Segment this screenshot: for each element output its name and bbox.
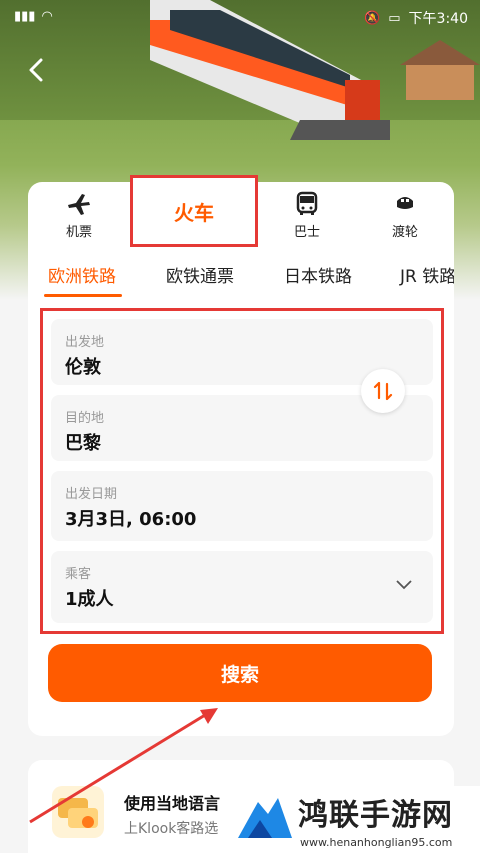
mute-icon: 🔕 [364, 10, 381, 26]
battery-icon: ▭ [388, 10, 401, 26]
back-arrow-icon[interactable] [24, 56, 48, 84]
watermark-title: 鸿联手游网 [298, 798, 453, 833]
status-time: 下午3:40 [408, 11, 468, 27]
destination-label: 目的地 [65, 411, 105, 426]
status-right: 🔕 ▭ 下午3:40 [364, 8, 468, 28]
passengers-field[interactable]: 乘客 1成人 [51, 551, 433, 623]
swap-icon [373, 381, 393, 401]
tab-bus-label: 巴士 [293, 224, 320, 240]
tab-ferry[interactable]: 渡轮 [356, 182, 454, 248]
house-illustration [400, 40, 480, 100]
status-bar: ▮▮▮ ◠ 🔕 ▭ 下午3:40 [0, 0, 480, 34]
subtab-european-rail[interactable]: 欧洲铁路 [48, 262, 116, 287]
departure-date-label: 出发日期 [65, 487, 118, 502]
transport-mode-tabs: 机票 火车 巴士 渡轮 [28, 175, 454, 248]
active-subtab-underline [44, 294, 122, 297]
origin-label: 出发地 [65, 335, 105, 350]
bus-icon [296, 191, 318, 215]
tab-flight-label: 机票 [65, 224, 92, 240]
promo-thumbnail [52, 786, 104, 838]
booking-card: 机票 火车 巴士 渡轮 欧洲铁路 欧铁通票 日本铁路 JR 铁路 出发地 伦敦 … [28, 175, 454, 736]
search-form: 出发地 伦敦 目的地 巴黎 出发日期 3月3日, 06:00 乘客 1成人 [40, 308, 444, 634]
tab-bus[interactable]: 巴士 [258, 182, 356, 248]
passengers-label: 乘客 [65, 567, 92, 582]
signal-icon: ▮▮▮ [14, 9, 36, 24]
destination-value: 巴黎 [65, 433, 101, 454]
ferry-icon [397, 196, 413, 209]
rail-sub-tabs: 欧洲铁路 欧铁通票 日本铁路 JR 铁路 [28, 254, 454, 298]
watermark-logo [238, 798, 292, 838]
promo-subtitle: 上Klook客路选 [124, 821, 219, 837]
wifi-icon: ◠ [41, 9, 53, 24]
subtab-eurail-pass[interactable]: 欧铁通票 [166, 262, 234, 287]
tab-flight[interactable]: 机票 [28, 182, 130, 248]
translate-icon [58, 798, 98, 828]
promo-title: 使用当地语言 [124, 794, 221, 813]
tab-train[interactable]: 火车 [130, 175, 258, 247]
tab-train-label: 火车 [174, 200, 214, 225]
passengers-value: 1成人 [65, 589, 114, 610]
airplane-icon [68, 193, 90, 215]
watermark-url: www.henanhonglian95.com [300, 836, 453, 849]
status-left: ▮▮▮ ◠ [14, 9, 53, 24]
departure-date-field[interactable]: 出发日期 3月3日, 06:00 [51, 471, 433, 541]
departure-date-value: 3月3日, 06:00 [65, 509, 197, 530]
swap-stations-button[interactable] [361, 369, 405, 413]
origin-value: 伦敦 [65, 357, 101, 378]
watermark: 鸿联手游网 www.henanhonglian95.com [230, 786, 480, 853]
chevron-down-icon [396, 580, 412, 590]
search-button[interactable]: 搜索 [48, 644, 432, 702]
subtab-jr-rail[interactable]: JR 铁路 [400, 262, 454, 287]
subtab-japan-rail[interactable]: 日本铁路 [284, 262, 352, 287]
tab-ferry-label: 渡轮 [391, 224, 418, 240]
